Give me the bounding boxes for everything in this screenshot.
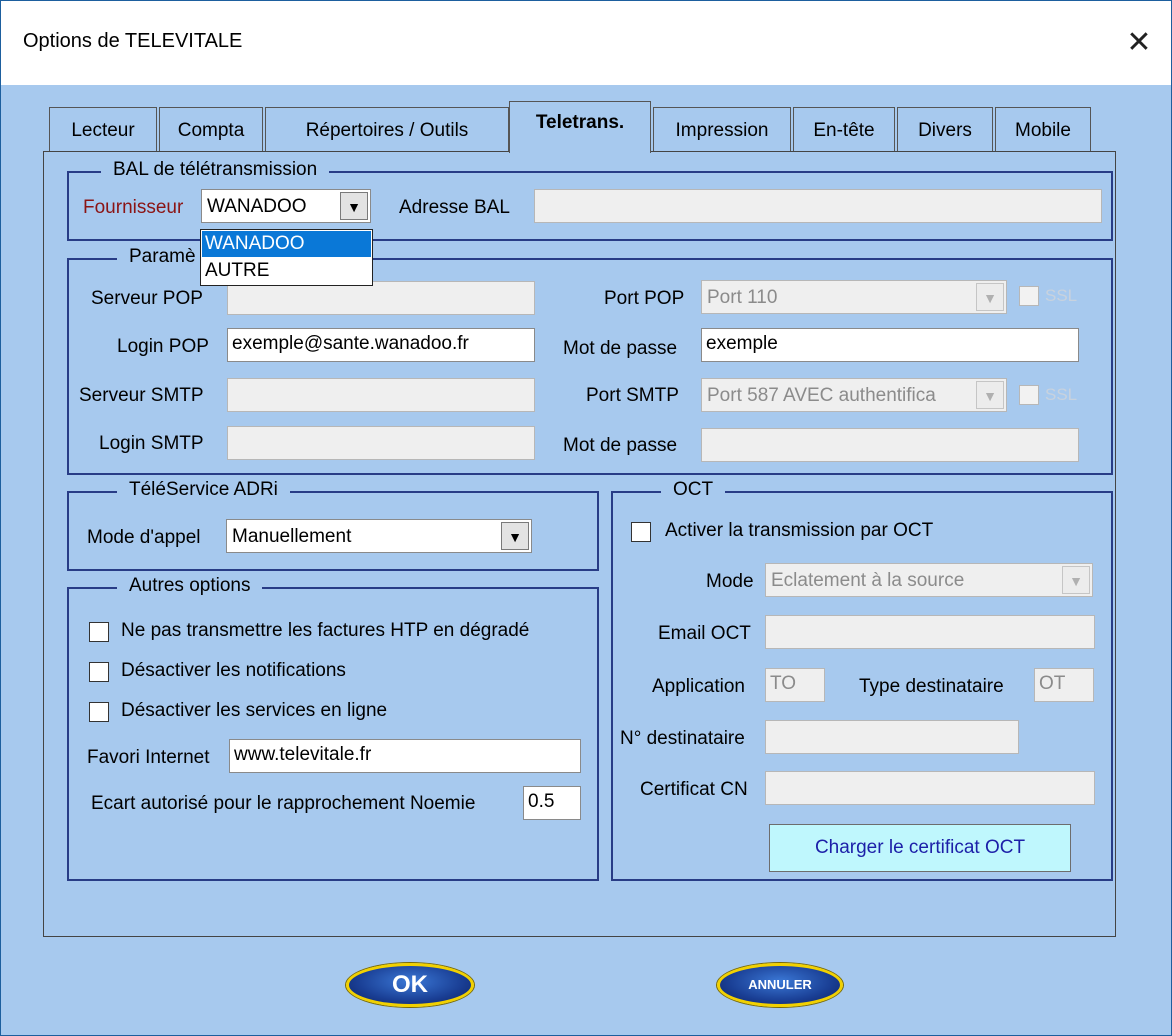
- chevron-down-icon[interactable]: ▼: [501, 522, 529, 550]
- tab-lecteur[interactable]: Lecteur: [49, 107, 157, 151]
- close-icon[interactable]: ✕: [1119, 23, 1159, 63]
- tab-impression[interactable]: Impression: [653, 107, 791, 151]
- type-destinataire-field[interactable]: OT: [1034, 668, 1094, 702]
- opt-services-en-ligne-checkbox[interactable]: [89, 702, 109, 722]
- tab-en-tete[interactable]: En-tête: [793, 107, 895, 151]
- mdp-pop-label: Mot de passe: [563, 338, 678, 359]
- mode-appel-label: Mode d'appel: [87, 527, 201, 548]
- mode-appel-value: Manuellement: [232, 526, 352, 547]
- opt-services-en-ligne-label: Désactiver les services en ligne: [121, 700, 388, 721]
- ok-button[interactable]: OK: [346, 963, 474, 1007]
- charger-certificat-button[interactable]: Charger le certificat OCT: [769, 824, 1071, 872]
- oct-mode-value: Eclatement à la source: [771, 570, 965, 591]
- legend-autres-options: Autres options: [117, 575, 263, 597]
- tab-repertoires-outils[interactable]: Répertoires / Outils: [265, 107, 509, 151]
- annuler-button[interactable]: ANNULER: [717, 963, 843, 1007]
- legend-parametres: Paramè: [117, 246, 208, 268]
- mdp-smtp-label: Mot de passe: [563, 435, 678, 456]
- fournisseur-value: WANADOO: [207, 196, 307, 217]
- dropdown-option-wanadoo[interactable]: WANADOO: [202, 231, 371, 257]
- opt-notifications-label: Désactiver les notifications: [121, 660, 346, 681]
- port-smtp-value: Port 587 AVEC authentifica: [707, 385, 936, 406]
- tab-compta[interactable]: Compta: [159, 107, 263, 151]
- activer-oct-label: Activer la transmission par OCT: [665, 520, 934, 541]
- mdp-pop-field[interactable]: exemple: [701, 328, 1079, 362]
- port-smtp-select[interactable]: Port 587 AVEC authentifica ▼: [701, 378, 1007, 412]
- application-label: Application: [652, 676, 745, 697]
- num-destinataire-label: N° destinataire: [620, 728, 745, 749]
- type-destinataire-label: Type destinataire: [859, 676, 1004, 697]
- chevron-down-icon[interactable]: ▼: [340, 192, 368, 220]
- tab-mobile[interactable]: Mobile: [995, 107, 1091, 151]
- login-pop-label: Login POP: [117, 336, 209, 357]
- legend-teleservice: TéléService ADRi: [117, 479, 290, 501]
- port-smtp-label: Port SMTP: [586, 385, 679, 406]
- favori-internet-label: Favori Internet: [87, 747, 210, 768]
- ssl-smtp-checkbox[interactable]: [1019, 385, 1039, 405]
- chevron-down-icon[interactable]: ▼: [1062, 566, 1090, 594]
- fournisseur-dropdown-list: WANADOO AUTRE: [200, 229, 373, 286]
- chevron-down-icon[interactable]: ▼: [976, 381, 1004, 409]
- mode-appel-select[interactable]: Manuellement ▼: [226, 519, 532, 553]
- options-window: Options de TELEVITALE ✕ Lecteur Compta R…: [0, 0, 1172, 1036]
- legend-oct: OCT: [661, 479, 726, 501]
- window-title: Options de TELEVITALE: [23, 30, 243, 52]
- adresse-bal-field[interactable]: [534, 189, 1102, 223]
- opt-htp-degrade-label: Ne pas transmettre les factures HTP en d…: [121, 620, 530, 641]
- opt-htp-degrade-checkbox[interactable]: [89, 622, 109, 642]
- ecart-noemie-field[interactable]: 0.5: [523, 786, 581, 820]
- port-pop-label: Port POP: [604, 288, 685, 309]
- mdp-smtp-field[interactable]: [701, 428, 1079, 462]
- login-pop-field[interactable]: exemple@sante.wanadoo.fr: [227, 328, 535, 362]
- email-oct-label: Email OCT: [658, 623, 751, 644]
- favori-internet-field[interactable]: www.televitale.fr: [229, 739, 581, 773]
- serveur-smtp-field[interactable]: [227, 378, 535, 412]
- fournisseur-label: Fournisseur: [83, 197, 184, 218]
- port-pop-select[interactable]: Port 110 ▼: [701, 280, 1007, 314]
- login-smtp-field[interactable]: [227, 426, 535, 460]
- activer-oct-checkbox[interactable]: [631, 522, 651, 542]
- chevron-down-icon[interactable]: ▼: [976, 283, 1004, 311]
- opt-notifications-checkbox[interactable]: [89, 662, 109, 682]
- serveur-smtp-label: Serveur SMTP: [79, 385, 204, 406]
- application-field[interactable]: TO: [765, 668, 825, 702]
- adresse-bal-label: Adresse BAL: [399, 197, 510, 218]
- ssl-pop-label: SSL: [1045, 286, 1078, 305]
- title-bar: Options de TELEVITALE ✕: [1, 1, 1171, 85]
- tab-divers[interactable]: Divers: [897, 107, 993, 151]
- login-smtp-label: Login SMTP: [99, 433, 204, 454]
- email-oct-field[interactable]: [765, 615, 1095, 649]
- oct-mode-select[interactable]: Eclatement à la source ▼: [765, 563, 1093, 597]
- port-pop-value: Port 110: [707, 287, 778, 308]
- legend-bal: BAL de télétransmission: [101, 159, 330, 181]
- certificat-cn-field[interactable]: [765, 771, 1095, 805]
- ssl-pop-checkbox[interactable]: [1019, 286, 1039, 306]
- ecart-noemie-label: Ecart autorisé pour le rapprochement Noe…: [91, 793, 476, 814]
- certificat-cn-label: Certificat CN: [640, 779, 748, 800]
- oct-mode-label: Mode: [706, 571, 754, 592]
- ssl-smtp-label: SSL: [1045, 385, 1078, 404]
- serveur-pop-label: Serveur POP: [91, 288, 203, 309]
- num-destinataire-field[interactable]: [765, 720, 1019, 754]
- dropdown-option-autre[interactable]: AUTRE: [202, 258, 371, 284]
- serveur-pop-field[interactable]: [227, 281, 535, 315]
- fournisseur-select[interactable]: WANADOO ▼: [201, 189, 371, 223]
- tab-teletrans[interactable]: Teletrans.: [509, 101, 651, 153]
